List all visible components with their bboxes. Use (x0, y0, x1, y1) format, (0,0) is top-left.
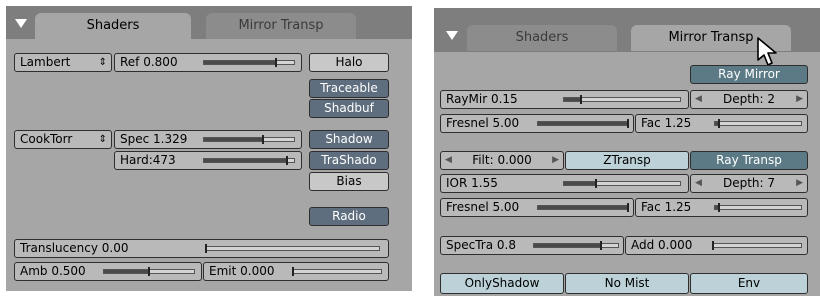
spec-label: Spec 1.329 (120, 132, 188, 146)
traceable-toggle[interactable]: Traceable (309, 79, 389, 98)
transp-fac-slider[interactable]: Fac 1.25 (635, 198, 808, 217)
shadow-toggle[interactable]: Shadow (309, 130, 389, 149)
raymir-slider[interactable]: RayMir 0.15 (440, 90, 689, 109)
add-label: Add 0.000 (631, 238, 693, 252)
left-panel-tab-bar: Shaders Mirror Transp (6, 6, 412, 39)
specular-shader-label: CookTorr (20, 132, 73, 146)
left-shaders-panel: Shaders Mirror Transp Lambert ⇕ Ref 0.80… (6, 6, 412, 291)
transp-fac-label: Fac 1.25 (641, 200, 692, 214)
translucency-label: Translucency 0.00 (20, 241, 129, 255)
emit-label: Emit 0.000 (209, 264, 275, 278)
tab-shaders[interactable]: Shaders (467, 25, 617, 51)
decrement-arrow-icon[interactable]: ◀ (695, 91, 702, 108)
radio-toggle[interactable]: Radio (309, 207, 389, 226)
spec-slider[interactable]: Spec 1.329 (114, 130, 302, 149)
decrement-arrow-icon[interactable]: ◀ (445, 152, 452, 169)
hard-track (203, 156, 295, 165)
transp-depth-field[interactable]: ◀ Depth: 7 ▶ (690, 174, 808, 193)
amb-slider[interactable]: Amb 0.500 (14, 262, 202, 281)
ior-track (563, 179, 681, 188)
mirror-fac-slider[interactable]: Fac 1.25 (635, 114, 808, 133)
tab-shaders[interactable]: Shaders (35, 13, 191, 39)
ray-mirror-toggle[interactable]: Ray Mirror (690, 65, 808, 84)
increment-arrow-icon[interactable]: ▶ (796, 175, 803, 192)
raymir-track (563, 95, 681, 104)
tab-mirror-transp[interactable]: Mirror Transp (206, 13, 356, 39)
increment-arrow-icon[interactable]: ▶ (796, 91, 803, 108)
emit-slider[interactable]: Emit 0.000 (203, 262, 389, 281)
spectra-label: SpecTra 0.8 (446, 238, 516, 252)
transp-depth-label: Depth: 7 (722, 176, 776, 190)
onlyshadow-toggle[interactable]: OnlyShadow (440, 273, 564, 294)
specular-shader-menu[interactable]: CookTorr ⇕ (14, 130, 112, 149)
bias-toggle[interactable]: Bias (309, 172, 389, 191)
filt-field[interactable]: ◀ Filt: 0.000 ▶ (440, 151, 564, 170)
ior-slider[interactable]: IOR 1.55 (440, 174, 689, 193)
halo-toggle[interactable]: Halo (309, 53, 389, 72)
transp-fresnel-slider[interactable]: Fresnel 5.00 (440, 198, 634, 217)
mirror-depth-label: Depth: 2 (722, 92, 776, 106)
ior-label: IOR 1.55 (446, 176, 498, 190)
ref-slider[interactable]: Ref 0.800 (114, 53, 302, 72)
spec-track (203, 135, 295, 144)
ray-transp-toggle[interactable]: Ray Transp (690, 151, 808, 170)
mouse-cursor-icon (757, 37, 777, 66)
mirror-fresnel-slider[interactable]: Fresnel 5.00 (440, 114, 634, 133)
ref-track (203, 58, 295, 67)
raymir-label: RayMir 0.15 (446, 92, 518, 106)
amb-track (103, 267, 195, 276)
transp-fac-track (714, 203, 802, 212)
add-track (712, 241, 802, 250)
collapse-triangle-icon[interactable] (446, 31, 458, 40)
increment-arrow-icon[interactable]: ▶ (552, 152, 559, 169)
shadbuf-toggle[interactable]: Shadbuf (309, 99, 389, 118)
decrement-arrow-icon[interactable]: ◀ (695, 175, 702, 192)
collapse-triangle-icon[interactable] (15, 19, 27, 28)
no-mist-toggle[interactable]: No Mist (565, 273, 689, 294)
spectra-slider[interactable]: SpecTra 0.8 (440, 236, 624, 255)
mirror-depth-field[interactable]: ◀ Depth: 2 ▶ (690, 90, 808, 109)
transp-fresnel-label: Fresnel 5.00 (446, 200, 520, 214)
trashado-toggle[interactable]: TraShado (309, 151, 389, 170)
mirror-fac-label: Fac 1.25 (641, 116, 692, 130)
mirror-fresnel-track (537, 119, 629, 128)
mirror-fresnel-label: Fresnel 5.00 (446, 116, 520, 130)
transp-fresnel-track (537, 203, 629, 212)
ref-label: Ref 0.800 (120, 55, 178, 69)
updown-arrows-icon: ⇕ (98, 134, 107, 145)
translucency-slider[interactable]: Translucency 0.00 (14, 239, 389, 258)
ztransp-toggle[interactable]: ZTransp (565, 151, 689, 170)
diffuse-shader-menu[interactable]: Lambert ⇕ (14, 53, 112, 72)
hard-label: Hard:473 (120, 153, 176, 167)
translucency-track (205, 244, 380, 253)
amb-label: Amb 0.500 (20, 264, 86, 278)
mirror-fac-track (714, 119, 802, 128)
env-toggle[interactable]: Env (690, 273, 808, 294)
emit-track (292, 267, 382, 276)
right-mirror-transp-panel: Shaders Mirror Transp Ray Mirror RayMir … (434, 8, 820, 296)
updown-arrows-icon: ⇕ (98, 57, 107, 68)
spectra-track (533, 241, 619, 250)
add-slider[interactable]: Add 0.000 (625, 236, 808, 255)
hard-slider[interactable]: Hard:473 (114, 151, 302, 170)
filt-label: Filt: 0.000 (472, 153, 532, 167)
diffuse-shader-label: Lambert (20, 55, 71, 69)
